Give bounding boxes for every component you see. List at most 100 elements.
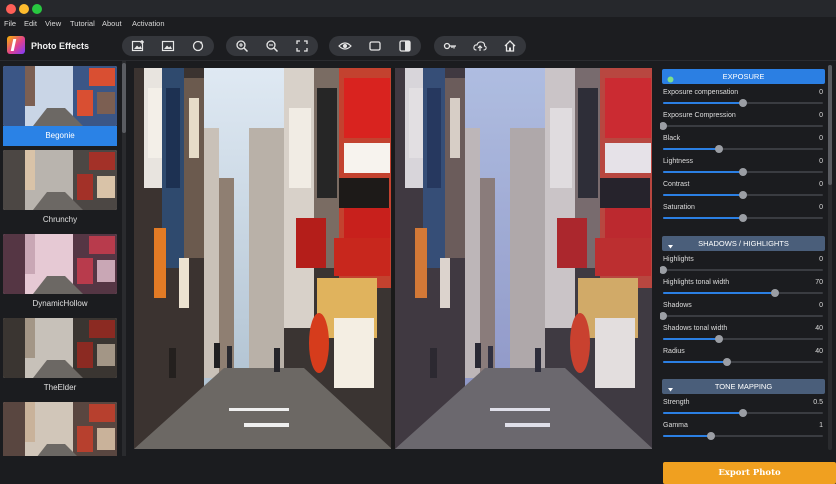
preset-item[interactable]: Begonie (3, 66, 117, 146)
preset-label: Chrunchy (42, 215, 78, 224)
slider-knob[interactable] (707, 432, 715, 440)
slider-row: Gamma 1 (663, 422, 823, 445)
slider-knob[interactable] (715, 335, 723, 343)
section-header[interactable]: TONE MAPPING (662, 379, 825, 394)
slider-track[interactable] (663, 145, 823, 153)
slider-label: Shadows (663, 302, 692, 309)
slider-track[interactable] (660, 266, 823, 274)
slider-knob[interactable] (771, 289, 779, 297)
add-image-icon[interactable] (131, 39, 145, 53)
menu-tutorial[interactable]: Tutorial (70, 19, 95, 28)
toolbar-group-view (329, 36, 421, 56)
slider-track[interactable] (663, 432, 823, 440)
slider-fill (663, 338, 719, 340)
adjustment-panel: EXPOSURE Exposure compensation 0 Exposure C… (660, 61, 836, 456)
menu-bar: File Edit View Tutorial About Activation (0, 17, 836, 31)
app-logo (7, 36, 25, 54)
split-view-icon[interactable] (398, 39, 412, 53)
menu-activation[interactable]: Activation (132, 19, 165, 28)
slider-knob[interactable] (660, 266, 667, 274)
slider-knob[interactable] (739, 214, 747, 222)
slider-track[interactable] (660, 122, 823, 130)
slider-label: Black (663, 135, 681, 142)
toolbar: Photo Effects (0, 31, 836, 61)
slider-label: Radius (663, 348, 685, 355)
section-title: EXPOSURE (722, 72, 765, 81)
slider-track[interactable] (663, 214, 823, 222)
preset-thumbnail (3, 234, 117, 294)
slider-fill (663, 171, 743, 173)
slider-knob[interactable] (660, 312, 667, 320)
home-icon[interactable] (503, 39, 517, 53)
slider-row: Contrast 0 (663, 181, 823, 204)
slider-label: Contrast (663, 181, 690, 188)
section-header[interactable]: EXPOSURE (662, 69, 825, 84)
slider-fill (663, 217, 743, 219)
eye-icon[interactable] (338, 39, 352, 53)
fit-screen-icon[interactable] (295, 39, 309, 53)
zoom-in-icon[interactable] (235, 39, 249, 53)
slider-track[interactable] (663, 168, 823, 176)
slider-value: 0.5 (813, 399, 823, 406)
minimize-window-button[interactable] (19, 4, 29, 14)
key-icon[interactable] (443, 39, 457, 53)
slider-track[interactable] (663, 409, 823, 417)
slider-track[interactable] (663, 289, 823, 297)
preset-thumbnail (3, 66, 117, 126)
slider-row: Lightness 0 (663, 158, 823, 181)
slider-knob[interactable] (739, 409, 747, 417)
split-divider[interactable] (391, 68, 395, 449)
slider-track[interactable] (663, 191, 823, 199)
slider-row: Highlights tonal width 70 (663, 279, 823, 302)
slider-value: 0 (819, 181, 823, 188)
slider-knob[interactable] (660, 122, 667, 130)
menu-file[interactable]: File (4, 19, 16, 28)
photo-canvas[interactable] (134, 68, 652, 449)
image-icon[interactable] (161, 39, 175, 53)
slider-knob[interactable] (723, 358, 731, 366)
slider-value: 0 (819, 204, 823, 211)
slider-knob[interactable] (715, 145, 723, 153)
preset-thumbnail (3, 150, 117, 210)
menu-about[interactable]: About (102, 19, 122, 28)
slider-fill (663, 361, 727, 363)
slider-label: Strength (663, 399, 690, 406)
close-window-button[interactable] (6, 4, 16, 14)
reset-icon[interactable] (191, 39, 205, 53)
slider-knob[interactable] (739, 99, 747, 107)
export-photo-button[interactable]: Export Photo (663, 462, 836, 484)
section-header[interactable]: SHADOWS / HIGHLIGHTS (662, 236, 825, 251)
zoom-out-icon[interactable] (265, 39, 279, 53)
slider-row: Saturation 0 (663, 204, 823, 227)
collapse-arrow-icon (667, 383, 674, 392)
zoom-window-button[interactable] (32, 4, 42, 14)
frame-icon[interactable] (368, 39, 382, 53)
preset-item[interactable]: TheElder (3, 318, 117, 398)
preset-item[interactable]: Chrunchy (3, 150, 117, 230)
slider-label: Gamma (663, 422, 688, 429)
preset-item[interactable] (3, 402, 117, 456)
preset-label: TheElder (43, 383, 77, 392)
slider-label: Shadows tonal width (663, 325, 728, 332)
slider-track[interactable] (663, 99, 823, 107)
slider-value: 0 (819, 112, 823, 119)
slider-track[interactable] (663, 335, 823, 343)
slider-knob[interactable] (739, 191, 747, 199)
slider-track[interactable] (663, 358, 823, 366)
sidebar-scrollbar[interactable] (122, 61, 126, 456)
panel-scrollbar[interactable] (828, 65, 832, 450)
preset-thumbnail (3, 318, 117, 378)
menu-view[interactable]: View (45, 19, 61, 28)
menu-edit[interactable]: Edit (24, 19, 37, 28)
slider-knob[interactable] (739, 168, 747, 176)
preset-label: DynamicHollow (32, 299, 88, 308)
slider-row: Radius 40 (663, 348, 823, 371)
preset-item[interactable]: DynamicHollow (3, 234, 117, 314)
slider-row: Highlights 0 (660, 256, 823, 279)
upload-icon[interactable] (473, 39, 487, 53)
slider-row: Shadows 0 (660, 302, 823, 325)
slider-track[interactable] (660, 312, 823, 320)
slider-fill (663, 194, 743, 196)
toolbar-group-zoom (226, 36, 318, 56)
slider-row: Strength 0.5 (663, 399, 823, 422)
